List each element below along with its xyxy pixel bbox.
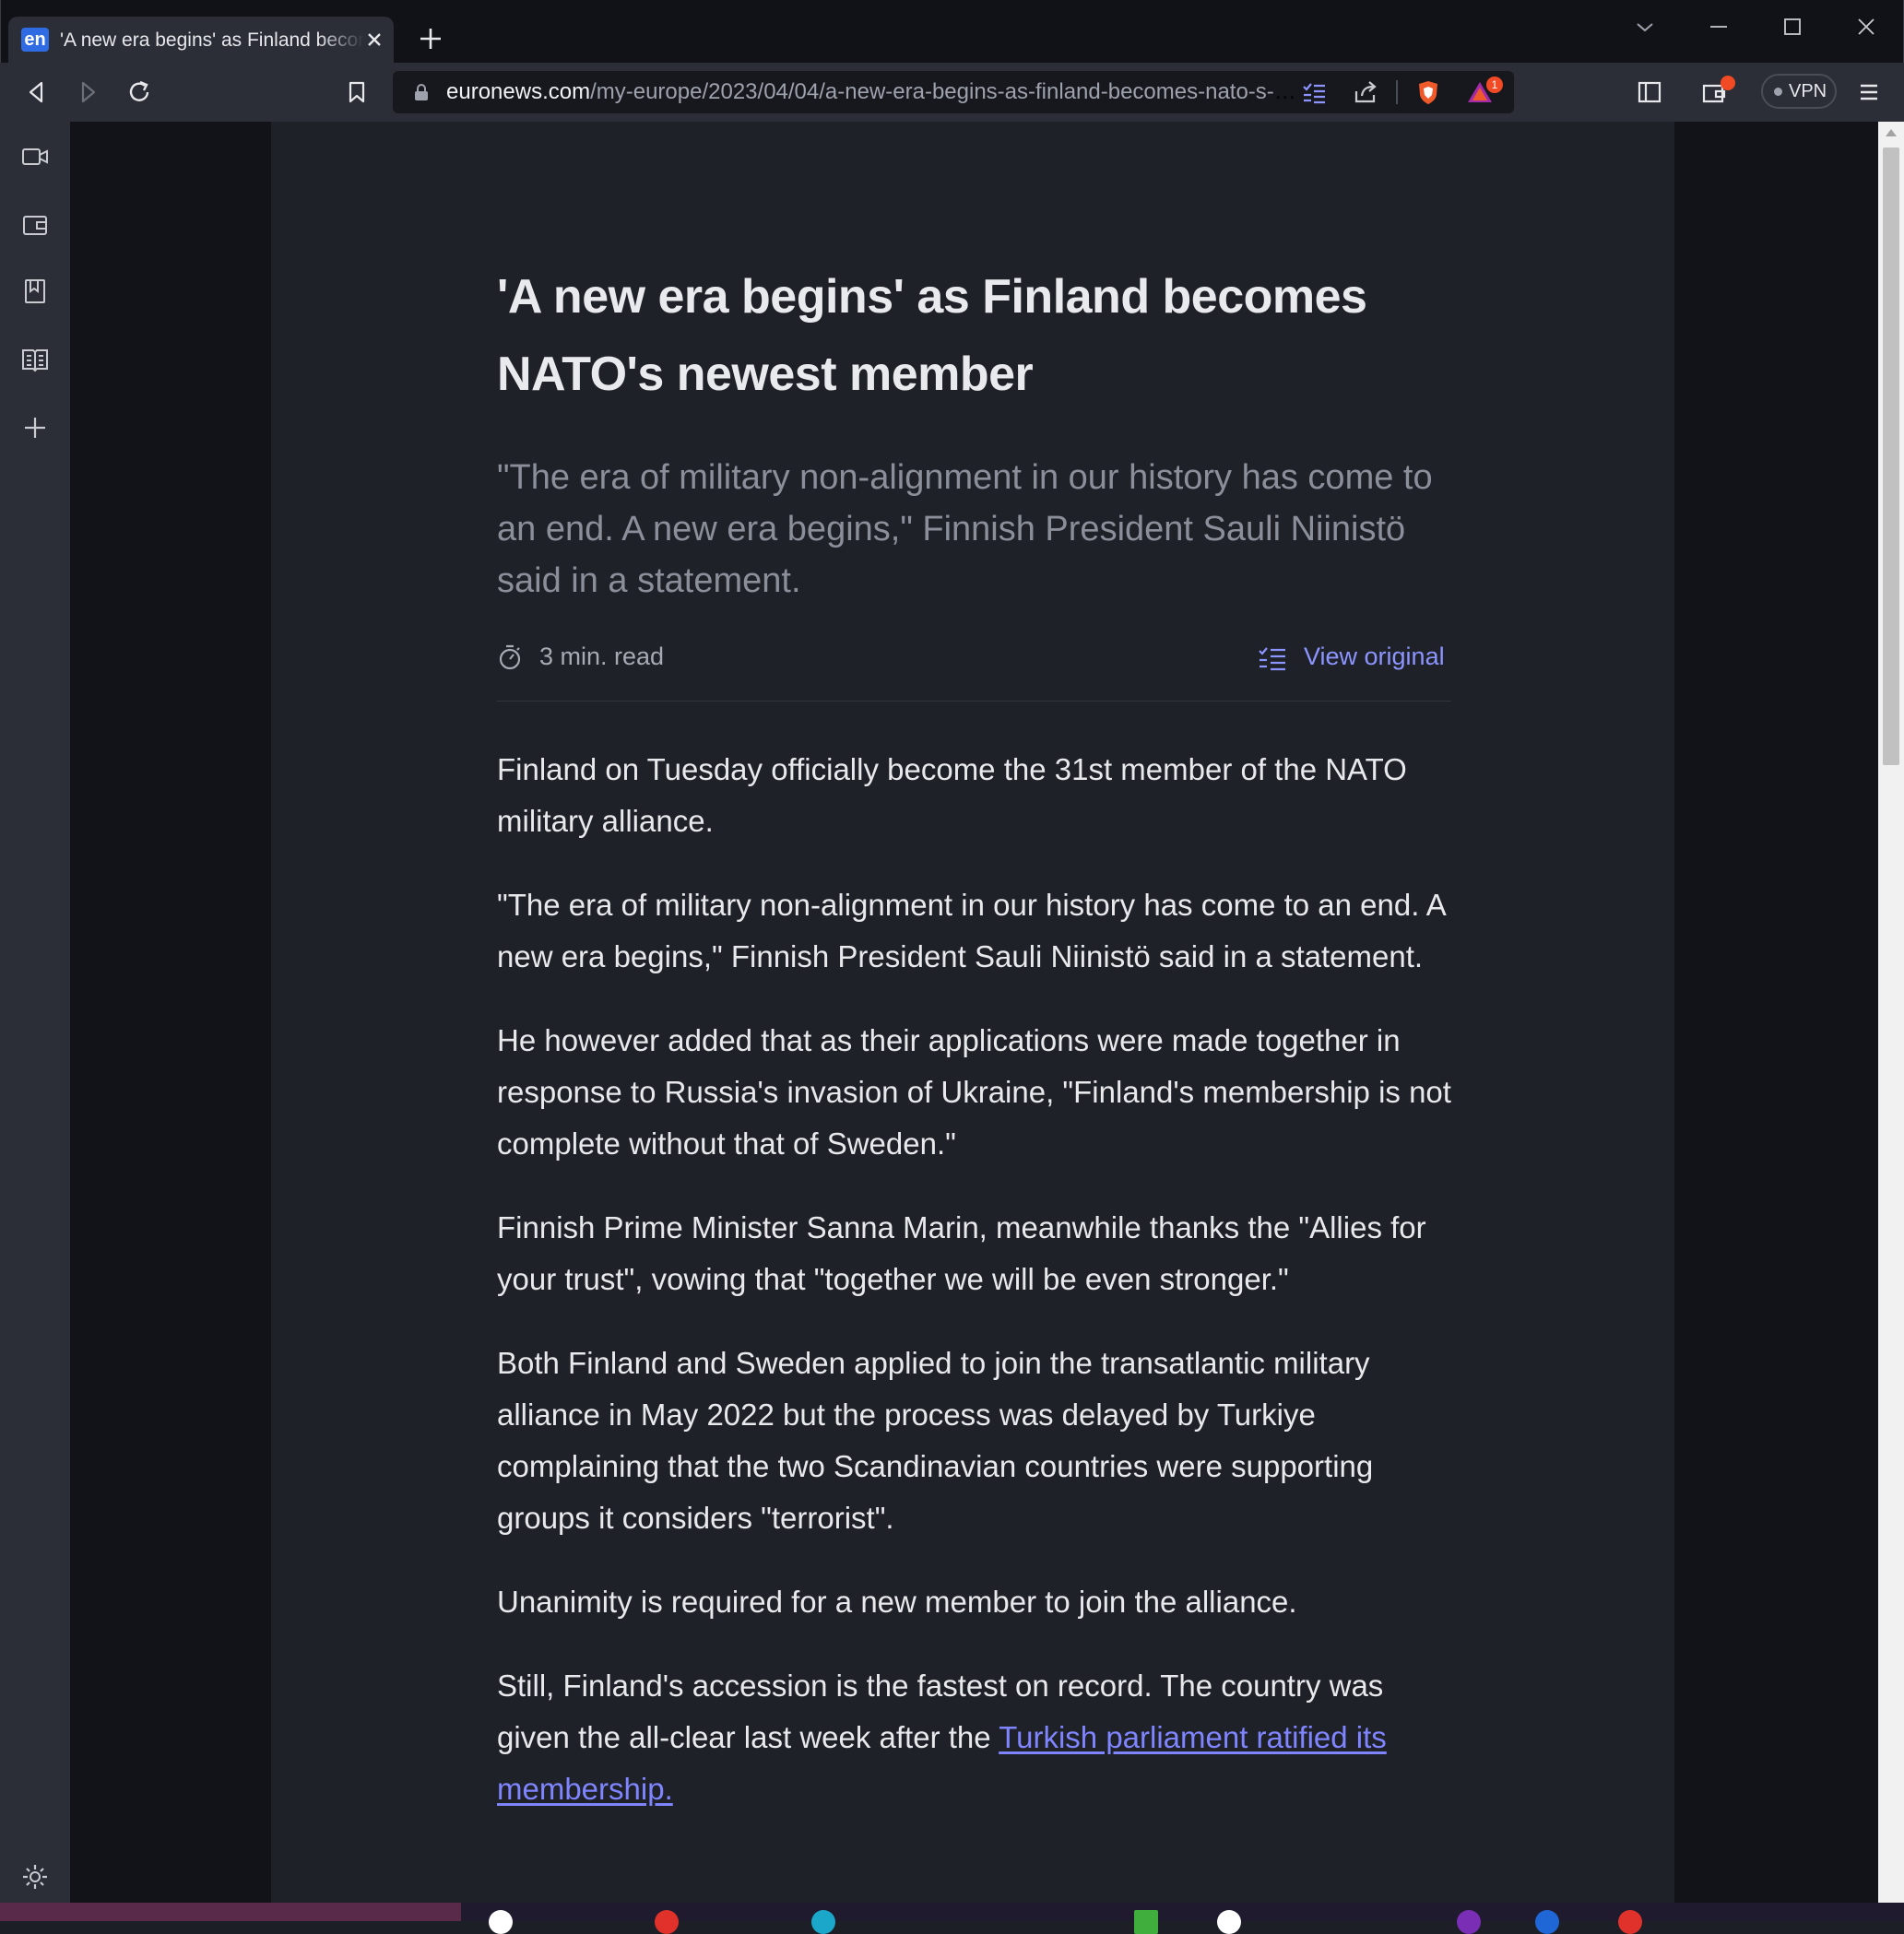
bookmark-icon[interactable] (343, 78, 371, 106)
view-original-button[interactable]: View original (1258, 640, 1451, 673)
url-path: /my-europe/2023/04/04/a-new-era-begins-a… (590, 79, 1304, 104)
browser-sidebar (0, 122, 70, 1903)
new-tab-button[interactable] (418, 26, 443, 52)
os-taskbar (0, 1903, 1904, 1934)
euronews-favicon-icon: en (21, 28, 49, 52)
address-bar[interactable]: euronews.com/my-europe/2023/04/04/a-new-… (393, 71, 1514, 113)
view-original-label: View original (1304, 643, 1445, 670)
brave-talk-video-icon[interactable] (20, 142, 50, 171)
wallet-notification-dot (1721, 76, 1735, 90)
tab-search-chevron-icon[interactable] (1631, 13, 1659, 41)
forward-button[interactable] (74, 78, 101, 106)
sidebar-settings-gear-icon[interactable] (20, 1862, 50, 1892)
tab-strip: en 'A new era begins' as Finland becomes… (0, 0, 1904, 63)
lock-icon[interactable] (413, 83, 430, 101)
add-sidebar-item-icon[interactable] (20, 413, 50, 442)
taskbar-app-icon[interactable] (489, 1910, 513, 1934)
close-window-icon[interactable] (1852, 13, 1880, 41)
back-button[interactable] (23, 78, 51, 106)
browser-tab-active[interactable]: en 'A new era begins' as Finland becomes… (8, 17, 394, 63)
view-original-icon (1259, 647, 1285, 671)
taskbar-wallpaper-strip (0, 1903, 461, 1921)
article-paragraph: Finland on Tuesday officially become the… (497, 752, 1407, 838)
taskbar-app-icon[interactable] (1535, 1910, 1559, 1934)
bookmarks-icon[interactable] (20, 277, 50, 306)
vpn-status-dot (1774, 88, 1782, 96)
url-text[interactable]: euronews.com/my-europe/2023/04/04/a-new-… (446, 71, 1304, 113)
article-body: Finland on Tuesday officially become the… (497, 744, 1451, 1815)
share-icon[interactable] (1352, 78, 1379, 106)
page-scrollbar[interactable] (1878, 122, 1904, 1903)
article-paragraph-with-link: Still, Finland's accession is the fastes… (497, 1660, 1451, 1815)
article-meta: 3 min. read View original (497, 631, 1451, 702)
vpn-button[interactable]: VPN (1761, 74, 1837, 109)
article: 'A new era begins' as Finland becomes NA… (497, 258, 1451, 1847)
scroll-up-arrow-icon[interactable] (1886, 129, 1897, 136)
taskbar-app-icon[interactable] (1217, 1910, 1241, 1934)
sidebar-toggle-icon[interactable] (1636, 78, 1663, 106)
taskbar-app-icon[interactable] (1134, 1910, 1158, 1934)
brave-shields-icon[interactable] (1414, 78, 1442, 106)
rewards-badge: 1 (1486, 77, 1503, 93)
reading-list-icon[interactable] (20, 345, 50, 374)
reader-mode-icon[interactable] (1300, 78, 1328, 106)
reader-mode-page: 'A new era begins' as Finland becomes NA… (271, 122, 1674, 1903)
taskbar-app-icon[interactable] (1457, 1910, 1481, 1934)
url-host: euronews.com (446, 79, 591, 104)
article-paragraph: He however added that as their applicati… (497, 1023, 1451, 1161)
taskbar-app-icon[interactable] (1618, 1910, 1642, 1934)
web-content-area: 'A new era begins' as Finland becomes NA… (70, 122, 1878, 1903)
scrollbar-thumb[interactable] (1883, 147, 1899, 765)
article-deck: "The era of military non-alignment in ou… (497, 458, 1433, 600)
browser-toolbar: euronews.com/my-europe/2023/04/04/a-new-… (0, 63, 1904, 122)
read-time-label: 3 min. read (539, 643, 665, 670)
menu-hamburger-icon[interactable] (1855, 78, 1883, 106)
article-headline: 'A new era begins' as Finland becomes NA… (497, 270, 1367, 401)
article-paragraph: Both Finland and Sweden applied to join … (497, 1346, 1374, 1535)
close-tab-icon[interactable] (362, 28, 386, 52)
tab-title: 'A new era begins' as Finland becomes NA… (60, 29, 364, 51)
sidebar-wallet-icon[interactable] (20, 210, 50, 240)
article-paragraph: Finnish Prime Minister Sanna Marin, mean… (497, 1210, 1426, 1296)
taskbar-app-icon[interactable] (811, 1910, 835, 1934)
article-paragraph: "The era of military non-alignment in ou… (497, 888, 1445, 973)
reload-button[interactable] (125, 78, 153, 106)
address-bar-separator (1396, 80, 1398, 104)
article-paragraph: Unanimity is required for a new member t… (497, 1585, 1297, 1619)
maximize-window-icon[interactable] (1779, 13, 1806, 41)
stopwatch-icon (499, 644, 521, 670)
vpn-label: VPN (1789, 81, 1827, 101)
minimize-window-icon[interactable] (1705, 13, 1733, 41)
taskbar-app-icon[interactable] (655, 1910, 679, 1934)
